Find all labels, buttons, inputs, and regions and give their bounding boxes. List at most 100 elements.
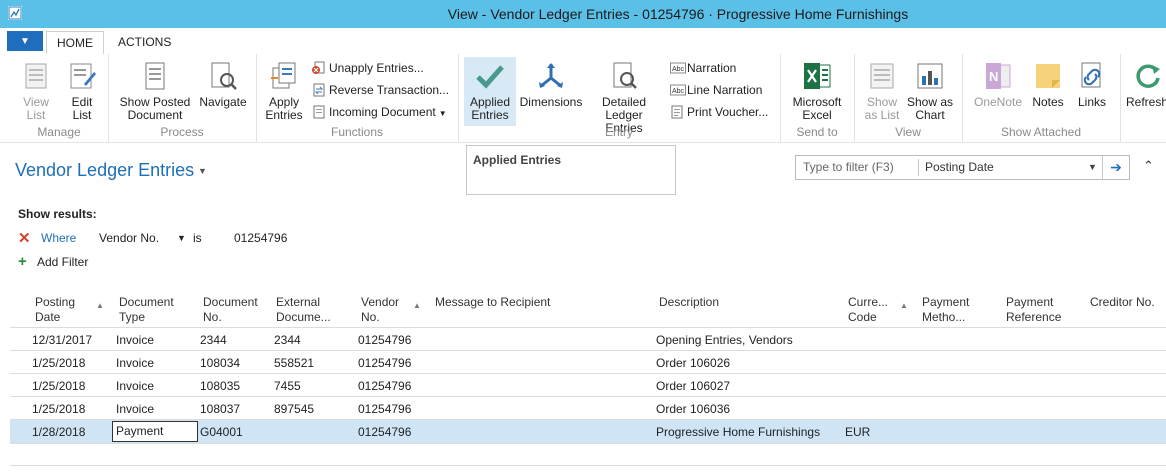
column-header-currency-code[interactable]: Curre... Code bbox=[848, 295, 888, 325]
column-header-document-type[interactable]: Document Type bbox=[119, 295, 174, 325]
column-header-external-document[interactable]: External Docume... bbox=[276, 295, 331, 325]
group-process: Show Posted Document Navigate Process bbox=[108, 54, 257, 142]
ribbon-tab-row: ▼ HOME ACTIONS bbox=[0, 28, 1166, 55]
group-label-show-attached: Show Attached bbox=[1000, 125, 1082, 139]
table-row[interactable]: 1/25/2018 Invoice 108035 7455 01254796 O… bbox=[10, 374, 1166, 397]
tab-home[interactable]: HOME bbox=[46, 31, 104, 55]
tooltip-applied-entries: Applied Entries bbox=[466, 145, 676, 195]
group-manage: View List Edit List Manage bbox=[10, 54, 109, 142]
column-header-message-to-recipient[interactable]: Message to Recipient bbox=[435, 295, 550, 310]
onenote-icon: N bbox=[982, 60, 1014, 92]
link-icon bbox=[1076, 60, 1108, 92]
table-row[interactable]: 12/31/2017 Invoice 2344 2344 01254796 Op… bbox=[10, 328, 1166, 351]
notes-button[interactable]: Notes bbox=[1030, 60, 1066, 109]
checkmark-icon bbox=[474, 60, 506, 92]
sort-arrow-icon: ▲ bbox=[413, 301, 421, 310]
collapse-chevron-icon[interactable]: ⌃ bbox=[1143, 158, 1154, 174]
svg-text:Abc: Abc bbox=[672, 66, 685, 73]
svg-text:N: N bbox=[989, 69, 998, 84]
sort-arrow-icon: ▲ bbox=[96, 301, 104, 310]
column-header-payment-method[interactable]: Payment Metho... bbox=[922, 295, 969, 325]
active-cell[interactable]: Payment bbox=[112, 421, 198, 442]
add-filter-button[interactable]: Add Filter bbox=[37, 255, 88, 269]
group-label-view: View bbox=[895, 125, 921, 139]
show-results-label: Show results: bbox=[18, 207, 97, 221]
excel-icon bbox=[801, 60, 833, 92]
group-entry: Applied Entries Dimensions Detailed Ledg… bbox=[458, 54, 781, 142]
group-show-attached: N OneNote Notes Links Show Attached bbox=[962, 54, 1121, 142]
quick-filter-box: Type to filter (F3) Posting Date ▼ ➔ bbox=[795, 155, 1130, 180]
apply-entries-button[interactable]: Apply Entries bbox=[262, 60, 306, 122]
column-header-vendor-no[interactable]: Vendor No. bbox=[361, 295, 399, 325]
table-row[interactable]: 1/25/2018 Invoice 108037 897545 01254796… bbox=[10, 397, 1166, 420]
refresh-button[interactable]: Refresh bbox=[1126, 60, 1166, 109]
apply-entries-icon bbox=[268, 60, 300, 92]
show-as-chart-button[interactable]: Show as Chart bbox=[906, 60, 954, 122]
filter-where-label: Where bbox=[41, 231, 77, 245]
tab-actions[interactable]: ACTIONS bbox=[108, 31, 181, 53]
print-voucher-icon bbox=[670, 105, 684, 119]
edit-list-button[interactable]: Edit List bbox=[64, 60, 100, 122]
unapply-entries-button[interactable]: Unapply Entries... bbox=[312, 59, 424, 77]
show-posted-document-button[interactable]: Show Posted Document bbox=[112, 60, 198, 122]
view-list-button[interactable]: View List bbox=[18, 60, 54, 122]
reverse-transaction-button[interactable]: Reverse Transaction... bbox=[312, 81, 449, 99]
view-list-icon bbox=[20, 60, 52, 92]
narration-button[interactable]: Abc Narration bbox=[670, 59, 736, 77]
links-button[interactable]: Links bbox=[1072, 60, 1112, 109]
microsoft-excel-button[interactable]: Microsoft Excel bbox=[788, 60, 846, 122]
group-label-send-to: Send to bbox=[796, 125, 838, 139]
filter-input[interactable]: Type to filter (F3) bbox=[803, 160, 894, 174]
group-view: Show as List Show as Chart View bbox=[854, 54, 963, 142]
column-header-creditor-no[interactable]: Creditor No. bbox=[1090, 295, 1155, 310]
onenote-button[interactable]: N OneNote bbox=[970, 60, 1026, 109]
filter-field[interactable]: Vendor No. bbox=[99, 231, 159, 245]
chevron-down-icon: ▼ bbox=[438, 109, 447, 118]
note-icon bbox=[1032, 60, 1064, 92]
document-icon bbox=[139, 60, 171, 92]
column-header-document-no[interactable]: Document No. bbox=[203, 295, 258, 325]
line-narration-icon: Abc bbox=[670, 83, 686, 97]
remove-filter-icon[interactable]: ✕ bbox=[18, 229, 31, 247]
page-title[interactable]: Vendor Ledger Entries bbox=[15, 160, 194, 181]
window-title: View - Vendor Ledger Entries - 01254796 … bbox=[447, 6, 909, 22]
column-header-posting-date[interactable]: Posting Date bbox=[35, 295, 75, 325]
chevron-down-icon[interactable]: ▼ bbox=[1088, 162, 1097, 172]
chevron-down-icon[interactable]: ▼ bbox=[177, 233, 186, 243]
page-title-menu-icon[interactable]: ▼ bbox=[198, 166, 207, 176]
dimensions-button[interactable]: Dimensions bbox=[518, 60, 584, 109]
group-label-entry: Entry bbox=[604, 125, 633, 139]
svg-text:Abc: Abc bbox=[672, 88, 685, 95]
filter-operator: is bbox=[193, 231, 202, 245]
filter-field-select[interactable]: Posting Date bbox=[925, 160, 994, 174]
unapply-icon bbox=[312, 61, 326, 75]
table-row[interactable]: 1/25/2018 Invoice 108034 558521 01254796… bbox=[10, 351, 1166, 374]
column-header-payment-reference[interactable]: Payment Reference bbox=[1006, 295, 1061, 325]
apply-filter-arrow-icon[interactable]: ➔ bbox=[1102, 156, 1129, 179]
sort-arrow-icon: ▲ bbox=[900, 301, 908, 310]
detailed-ledger-entries-button[interactable]: Detailed Ledger Entries bbox=[586, 60, 662, 135]
title-bar: View - Vendor Ledger Entries - 01254796 … bbox=[0, 0, 1166, 28]
reverse-icon bbox=[312, 83, 326, 97]
group-label-functions: Functions bbox=[330, 125, 384, 139]
list-view-icon bbox=[866, 60, 898, 92]
app-menu-button[interactable]: ▼ bbox=[7, 31, 43, 51]
table-row-selected[interactable]: 1/28/2018 Payment G04001 01254796 Progre… bbox=[10, 420, 1166, 443]
line-narration-button[interactable]: Abc Line Narration bbox=[670, 81, 762, 99]
navigate-icon bbox=[207, 60, 239, 92]
applied-entries-button[interactable]: Applied Entries bbox=[464, 57, 516, 126]
narration-icon: Abc bbox=[670, 61, 686, 75]
print-voucher-button[interactable]: Print Voucher... bbox=[670, 103, 768, 121]
incoming-document-icon bbox=[312, 105, 326, 119]
filter-value[interactable]: 01254796 bbox=[234, 231, 287, 245]
chart-icon bbox=[914, 60, 946, 92]
edit-list-icon bbox=[66, 60, 98, 92]
column-header-description[interactable]: Description bbox=[659, 295, 719, 310]
show-as-list-button[interactable]: Show as List bbox=[862, 60, 902, 122]
add-filter-icon[interactable]: + bbox=[18, 253, 27, 270]
group-label-manage: Manage bbox=[37, 125, 81, 139]
dimensions-icon bbox=[535, 60, 567, 92]
detailed-ledger-icon bbox=[608, 60, 640, 92]
incoming-document-button[interactable]: Incoming Document ▼ bbox=[312, 103, 447, 121]
navigate-button[interactable]: Navigate bbox=[198, 60, 248, 109]
